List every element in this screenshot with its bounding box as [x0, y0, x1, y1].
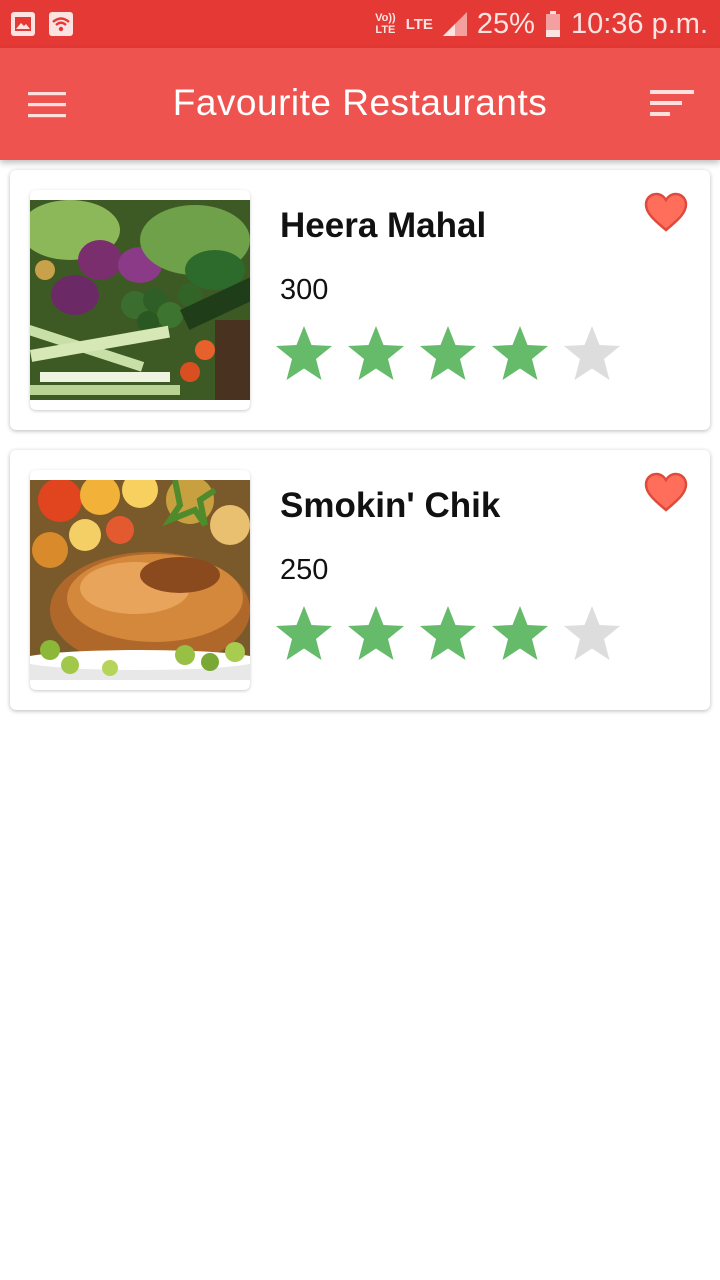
star-empty-icon: [564, 606, 620, 660]
restaurant-price: 250: [280, 554, 329, 586]
system-status: Vo)) LTE LTE 25% 10:36 p.m.: [375, 0, 708, 48]
volte-indicator: Vo)) LTE: [375, 12, 396, 36]
star-filled-icon: [492, 606, 548, 660]
gallery-notification-icon: [11, 12, 35, 36]
star-filled-icon: [276, 326, 332, 380]
status-bar: Vo)) LTE LTE 25% 10:36 p.m.: [0, 0, 720, 48]
notification-icons: [10, 11, 74, 37]
star-filled-icon: [420, 326, 476, 380]
rating-stars: [274, 604, 622, 664]
restaurant-name: Heera Mahal: [280, 206, 487, 245]
star-filled-icon: [420, 606, 476, 660]
sort-icon[interactable]: [648, 88, 694, 122]
signal-icon: [442, 12, 467, 36]
star-empty-icon: [564, 326, 620, 380]
app-bar: Favourite Restaurants: [0, 48, 720, 160]
restaurant-image: [30, 470, 250, 690]
restaurant-price: 300: [280, 274, 329, 306]
favourite-heart-icon[interactable]: [644, 472, 688, 514]
restaurant-card[interactable]: Smokin' Chik 250: [10, 450, 710, 710]
rating-stars: [274, 324, 622, 384]
star-filled-icon: [492, 326, 548, 380]
battery-icon: [545, 11, 560, 37]
battery-percent: 25%: [476, 7, 535, 40]
page-title: Favourite Restaurants: [172, 82, 548, 123]
restaurant-image: [30, 190, 250, 410]
wifi-notification-icon: [49, 12, 73, 36]
vegetables-photo: [30, 200, 250, 400]
restaurant-card[interactable]: Heera Mahal 300: [10, 170, 710, 430]
favourite-heart-icon[interactable]: [644, 192, 688, 234]
star-filled-icon: [348, 326, 404, 380]
star-filled-icon: [276, 606, 332, 660]
roast-chicken-photo: [30, 480, 250, 680]
star-filled-icon: [348, 606, 404, 660]
lte-indicator: LTE: [405, 15, 433, 33]
clock: 10:36 p.m.: [570, 7, 708, 40]
restaurant-name: Smokin' Chik: [280, 486, 501, 525]
